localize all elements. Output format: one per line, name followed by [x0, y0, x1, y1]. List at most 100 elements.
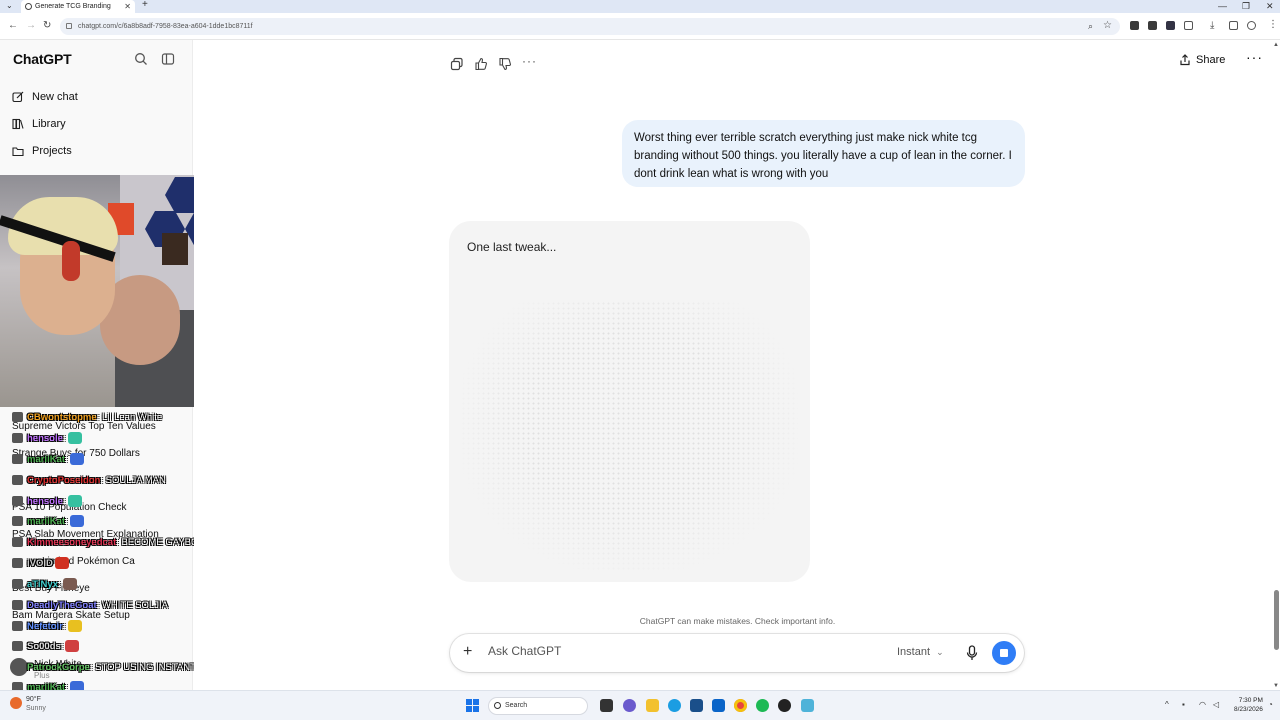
chat-username: mariiKat	[27, 516, 66, 527]
chrome-icon[interactable]	[734, 699, 747, 712]
chat-username: hensole	[27, 496, 63, 507]
site-info-icon[interactable]	[66, 23, 72, 29]
search-icon	[494, 702, 501, 709]
chat-text: : Lil Lean White	[96, 412, 163, 423]
thumbs-up-icon[interactable]	[474, 57, 488, 71]
chat-text: :	[60, 641, 64, 652]
back-arrow-icon[interactable]: ←	[8, 20, 18, 31]
stream-chat-message: hensole:	[12, 432, 82, 446]
obs-icon[interactable]	[778, 699, 791, 712]
sidebar-item-library[interactable]: Library	[12, 114, 66, 134]
new-tab-plus-icon[interactable]: +	[142, 0, 148, 10]
bookmark-star-icon[interactable]: ☆	[1103, 20, 1112, 31]
stream-chat-message: Nefetoir:	[12, 620, 82, 634]
reload-icon[interactable]: ↻	[43, 20, 51, 31]
extension-icon[interactable]	[1166, 21, 1175, 30]
wall-poster	[162, 233, 188, 265]
taskbar-search[interactable]: Search	[488, 697, 588, 715]
tab-title: Generate TCG Branding	[35, 3, 111, 10]
stream-chat-message: DeadlyTheGoat: WHITE SOLJIA	[12, 599, 168, 613]
sidebar-panel-icon[interactable]	[1229, 21, 1238, 30]
volume-icon[interactable]: ◁	[1213, 700, 1219, 709]
scroll-down-arrow-icon[interactable]: ▼	[1273, 683, 1279, 689]
tray-chevron-icon[interactable]: ^	[1165, 700, 1169, 709]
sidebar-brand[interactable]: ChatGPT	[13, 51, 72, 67]
address-bar[interactable]: chatgpt.com/c/6a8b8adf-7958-83ea-a604-1d…	[60, 18, 1120, 35]
stream-chat-message: Kimmeesoneyedcat: BECOME GAYBOY	[12, 536, 205, 550]
scroll-up-arrow-icon[interactable]: ▲	[1273, 42, 1279, 48]
system-clock[interactable]: 7:30 PM 8/23/2026	[1234, 696, 1263, 714]
maximize-icon[interactable]: ❐	[1242, 0, 1250, 12]
chat-emote-icon	[62, 578, 77, 591]
close-tab-icon[interactable]: ✕	[124, 0, 131, 13]
sidebar-item-label: Projects	[32, 145, 72, 157]
chat-username: PatrockGorpe	[27, 662, 90, 673]
chat-badge-icon	[12, 579, 23, 590]
file-explorer-icon[interactable]	[646, 699, 659, 712]
app-icon[interactable]	[801, 699, 814, 712]
chat-username: DeadlyTheGoat	[27, 600, 97, 611]
model-selector[interactable]: Instant ⌄	[897, 646, 944, 658]
thumbs-down-icon[interactable]	[498, 57, 512, 71]
chat-emote-icon	[65, 640, 80, 653]
chat-badge-icon	[12, 558, 23, 569]
forward-arrow-icon[interactable]: →	[26, 20, 36, 31]
guitar	[62, 241, 80, 281]
compose-icon	[12, 91, 24, 103]
chat-badge-icon	[12, 412, 23, 423]
weather-widget[interactable]: 90°F Sunny	[10, 695, 46, 713]
tray-app-icon[interactable]: ▪	[1182, 700, 1185, 709]
chat-username: Kimmeesoneyedcat	[27, 537, 117, 548]
stream-chat-message: mariiKat:	[12, 453, 84, 467]
close-window-icon[interactable]: ✕	[1266, 0, 1274, 12]
search-icon[interactable]	[134, 52, 148, 66]
stream-chat-message: mariiKat:	[12, 515, 84, 529]
chat-badge-icon	[12, 454, 23, 465]
copy-icon[interactable]	[450, 57, 464, 71]
chat-badge-icon	[12, 662, 23, 673]
chat-emote-icon	[54, 557, 69, 570]
chat-username: aTiNyx	[27, 579, 58, 590]
sidebar-item-projects[interactable]: Projects	[12, 141, 72, 161]
toggle-sidebar-icon[interactable]	[161, 52, 175, 66]
profile-icon[interactable]	[1247, 21, 1256, 30]
stream-chat-message: CryptoPoseidon: SOULJA MAN	[12, 474, 166, 488]
browser-tab[interactable]: Generate TCG Branding ✕	[21, 0, 135, 13]
add-attachment-plus-icon[interactable]: +	[463, 643, 472, 661]
chat-text: :	[57, 579, 61, 590]
scrollbar-thumb[interactable]	[1274, 590, 1279, 650]
wifi-icon[interactable]: ◠	[1199, 700, 1206, 709]
conversation-options-icon[interactable]: ···	[1246, 49, 1263, 65]
disclaimer: ChatGPT can make mistakes. Check importa…	[639, 616, 836, 626]
downloads-icon[interactable]: ⤓	[1210, 20, 1214, 31]
store-icon[interactable]	[690, 699, 703, 712]
copilot-icon[interactable]	[623, 699, 636, 712]
chatgpt-favicon-icon	[25, 3, 32, 10]
stream-chat-message: iVOID	[12, 557, 69, 571]
zoom-icon[interactable]: ⌕	[1088, 21, 1093, 32]
share-button[interactable]: Share	[1179, 51, 1225, 69]
minimize-icon[interactable]: —	[1218, 0, 1227, 12]
extensions-puzzle-icon[interactable]	[1184, 21, 1193, 30]
tab-search-chevron-icon[interactable]: ⌄	[6, 1, 13, 10]
browser-menu-icon[interactable]: ⋮	[1268, 19, 1278, 30]
microphone-icon[interactable]	[965, 645, 979, 661]
sidebar-item-new-chat[interactable]: New chat	[12, 87, 78, 107]
image-generation-card: One last tweak...	[449, 221, 810, 582]
mail-icon[interactable]	[712, 699, 725, 712]
more-actions-icon[interactable]: ···	[522, 54, 537, 68]
edge-icon[interactable]	[668, 699, 681, 712]
user-message: Worst thing ever terrible scratch everyt…	[622, 120, 1025, 187]
notifications-icon[interactable]: ◔	[1268, 700, 1273, 709]
image-loading-placeholder	[461, 301, 798, 571]
main-panel: ··· Share ··· Worst thing ever terrible …	[194, 40, 1280, 690]
chat-badge-icon	[12, 433, 23, 444]
stop-generating-button[interactable]	[992, 641, 1016, 665]
extension-icon[interactable]	[1130, 21, 1139, 30]
task-view-icon[interactable]	[600, 699, 613, 712]
windows-start-icon[interactable]	[466, 699, 480, 713]
library-icon	[12, 118, 24, 130]
extension-icon[interactable]	[1148, 21, 1157, 30]
spotify-icon[interactable]	[756, 699, 769, 712]
prompt-input[interactable]	[488, 644, 868, 658]
